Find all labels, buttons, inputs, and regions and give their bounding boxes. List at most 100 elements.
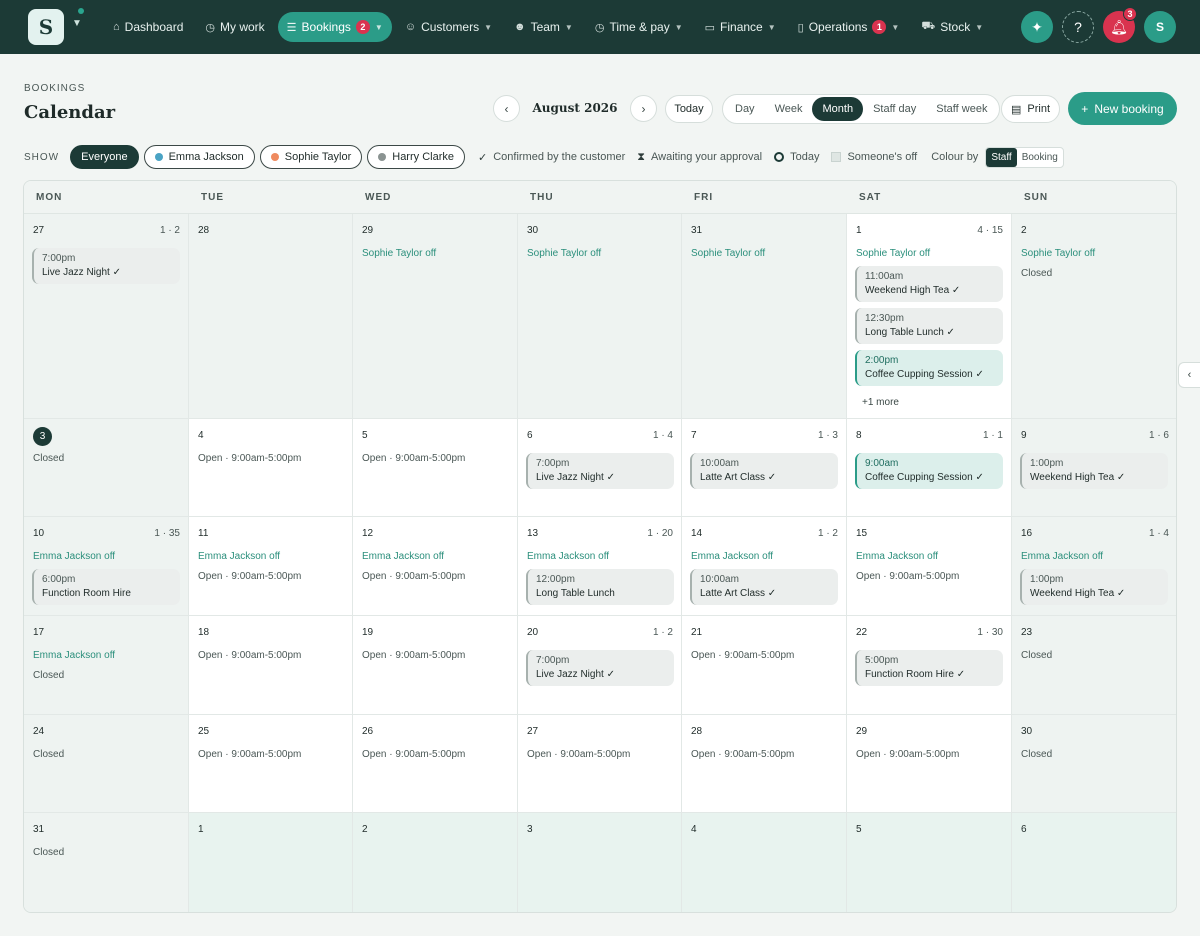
calendar-day-cell[interactable]: 16 1 · 4 Emma Jackson off 1:00pm Weekend Hig… xyxy=(1012,517,1176,616)
breadcrumb[interactable]: BOOKINGS xyxy=(24,83,85,94)
calendar-day-cell[interactable]: 21 Open · 9:00am-5:00pm xyxy=(682,616,847,715)
booking-event[interactable]: 1:00pm Weekend High Tea ✓ xyxy=(1020,569,1168,605)
nav-item-bookings[interactable]: ☰ Bookings 2 ▼ xyxy=(277,12,392,42)
calendar-day-cell[interactable]: 24 Closed xyxy=(24,715,189,813)
staff-off-label[interactable]: Sophie Taylor off xyxy=(856,248,930,259)
user-avatar[interactable]: S xyxy=(1144,11,1176,43)
app-logo[interactable]: S xyxy=(28,9,64,45)
filter-everyone[interactable]: Everyone xyxy=(70,145,139,169)
nav-item-time-pay[interactable]: ◷ Time & pay ▼ xyxy=(586,12,692,42)
booking-event[interactable]: 12:00pm Long Table Lunch xyxy=(526,569,674,605)
calendar-day-cell[interactable]: 5 Open · 9:00am-5:00pm xyxy=(353,419,518,517)
nav-item-my-work[interactable]: ◷ My work xyxy=(196,12,273,42)
staff-off-label[interactable]: Sophie Taylor off xyxy=(691,248,765,259)
staff-off-label[interactable]: Sophie Taylor off xyxy=(362,248,436,259)
calendar-day-cell[interactable]: 20 1 · 2 7:00pm Live Jazz Night ✓ xyxy=(518,616,682,715)
filter-harry-clarke[interactable]: Harry Clarke xyxy=(367,145,465,169)
calendar-day-cell[interactable]: 28 xyxy=(189,214,353,419)
booking-event[interactable]: 7:00pm Live Jazz Night ✓ xyxy=(32,248,180,284)
booking-event[interactable]: 7:00pm Live Jazz Night ✓ xyxy=(526,453,674,489)
ai-sparkle-button[interactable]: ✦ xyxy=(1021,11,1053,43)
calendar-day-cell[interactable]: 9 1 · 6 1:00pm Weekend High Tea ✓ xyxy=(1012,419,1176,517)
today-button[interactable]: Today xyxy=(665,95,713,123)
nav-item-stock[interactable]: ⛟ Stock ▼ xyxy=(912,12,992,42)
calendar-day-cell[interactable]: 8 1 · 1 9:00am Coffee Cupping Session ✓ xyxy=(847,419,1012,517)
calendar-day-cell[interactable]: 6 xyxy=(1012,813,1176,912)
calendar-day-cell[interactable]: 22 1 · 30 5:00pm Function Room Hire ✓ xyxy=(847,616,1012,715)
staff-off-label[interactable]: Emma Jackson off xyxy=(1021,551,1103,562)
calendar-day-cell[interactable]: 19 Open · 9:00am-5:00pm xyxy=(353,616,518,715)
staff-off-label[interactable]: Emma Jackson off xyxy=(198,551,280,562)
calendar-day-cell[interactable]: 31 Sophie Taylor off xyxy=(682,214,847,419)
calendar-day-cell[interactable]: 4 Open · 9:00am-5:00pm xyxy=(189,419,353,517)
calendar-day-cell[interactable]: 26 Open · 9:00am-5:00pm xyxy=(353,715,518,813)
nav-item-dashboard[interactable]: ⌂ Dashboard xyxy=(104,12,192,42)
calendar-day-cell[interactable]: 13 1 · 20 Emma Jackson off 12:00pm Long Tabl… xyxy=(518,517,682,616)
calendar-day-cell[interactable]: 2 Sophie Taylor off Closed xyxy=(1012,214,1176,419)
calendar-day-cell[interactable]: 31 Closed xyxy=(24,813,189,912)
colour-by-booking[interactable]: Booking xyxy=(1017,148,1063,167)
booking-event[interactable]: 5:00pm Function Room Hire ✓ xyxy=(855,650,1003,686)
nav-item-finance[interactable]: ▭ Finance ▼ xyxy=(696,12,785,42)
calendar-day-cell[interactable]: 23 Closed xyxy=(1012,616,1176,715)
staff-off-label[interactable]: Emma Jackson off xyxy=(33,650,115,661)
staff-off-label[interactable]: Emma Jackson off xyxy=(691,551,773,562)
new-booking-button[interactable]: + New booking xyxy=(1068,92,1177,125)
view-day[interactable]: Day xyxy=(725,97,765,121)
booking-event[interactable]: 10:00am Latte Art Class ✓ xyxy=(690,453,838,489)
calendar-day-cell[interactable]: 11 Emma Jackson off Open · 9:00am-5:00pm xyxy=(189,517,353,616)
calendar-day-cell[interactable]: 1 xyxy=(189,813,353,912)
view-month[interactable]: Month xyxy=(812,97,864,121)
staff-off-label[interactable]: Emma Jackson off xyxy=(33,551,115,562)
staff-off-label[interactable]: Sophie Taylor off xyxy=(1021,248,1095,259)
view-staff-week[interactable]: Staff week xyxy=(926,97,997,121)
calendar-day-cell[interactable]: 4 xyxy=(682,813,847,912)
calendar-day-cell[interactable]: 7 1 · 3 10:00am Latte Art Class ✓ xyxy=(682,419,847,517)
staff-off-label[interactable]: Emma Jackson off xyxy=(362,551,444,562)
nav-item-team[interactable]: ☻ Team ▼ xyxy=(505,12,582,42)
more-events-link[interactable]: +1 more xyxy=(862,397,899,408)
calendar-day-cell[interactable]: 3 Closed xyxy=(24,419,189,517)
booking-event[interactable]: 12:30pm Long Table Lunch ✓ xyxy=(855,308,1003,344)
booking-event[interactable]: 6:00pm Function Room Hire xyxy=(32,569,180,605)
print-button[interactable]: ▤ Print xyxy=(1001,95,1060,123)
booking-event[interactable]: 11:00am Weekend High Tea ✓ xyxy=(855,266,1003,302)
calendar-day-cell[interactable]: 27 Open · 9:00am-5:00pm xyxy=(518,715,682,813)
calendar-day-cell[interactable]: 3 xyxy=(518,813,682,912)
colour-by-staff[interactable]: Staff xyxy=(986,147,1017,167)
nav-item-operations[interactable]: ▯ Operations 1 ▼ xyxy=(789,12,909,42)
nav-item-customers[interactable]: ☺ Customers ▼ xyxy=(396,12,501,42)
booking-event[interactable]: 9:00am Coffee Cupping Session ✓ xyxy=(855,453,1003,489)
calendar-day-cell[interactable]: 6 1 · 4 7:00pm Live Jazz Night ✓ xyxy=(518,419,682,517)
booking-event[interactable]: 10:00am Latte Art Class ✓ xyxy=(690,569,838,605)
calendar-day-cell[interactable]: 15 Emma Jackson off Open · 9:00am-5:00pm xyxy=(847,517,1012,616)
calendar-day-cell[interactable]: 2 xyxy=(353,813,518,912)
staff-off-label[interactable]: Emma Jackson off xyxy=(527,551,609,562)
calendar-day-cell[interactable]: 25 Open · 9:00am-5:00pm xyxy=(189,715,353,813)
view-staff-day[interactable]: Staff day xyxy=(863,97,926,121)
collapse-side-panel-handle[interactable]: ‹ xyxy=(1178,362,1200,388)
calendar-day-cell[interactable]: 29 Open · 9:00am-5:00pm xyxy=(847,715,1012,813)
booking-event[interactable]: 1:00pm Weekend High Tea ✓ xyxy=(1020,453,1168,489)
calendar-day-cell[interactable]: 30 Sophie Taylor off xyxy=(518,214,682,419)
notifications-button[interactable]: 🔔︎ 3 xyxy=(1103,7,1137,43)
booking-event[interactable]: 2:00pm Coffee Cupping Session ✓ xyxy=(855,350,1003,386)
view-week[interactable]: Week xyxy=(765,97,813,121)
staff-off-label[interactable]: Sophie Taylor off xyxy=(527,248,601,259)
next-month-button[interactable]: › xyxy=(630,95,657,122)
previous-month-button[interactable]: ‹ xyxy=(493,95,520,122)
calendar-day-cell[interactable]: 1 4 · 15 Sophie Taylor off 11:00am Weekend H… xyxy=(847,214,1012,419)
calendar-day-cell[interactable]: 14 1 · 2 Emma Jackson off 10:00am Latte Art … xyxy=(682,517,847,616)
booking-event[interactable]: 7:00pm Live Jazz Night ✓ xyxy=(526,650,674,686)
calendar-day-cell[interactable]: 29 Sophie Taylor off xyxy=(353,214,518,419)
calendar-day-cell[interactable]: 18 Open · 9:00am-5:00pm xyxy=(189,616,353,715)
calendar-day-cell[interactable]: 28 Open · 9:00am-5:00pm xyxy=(682,715,847,813)
calendar-day-cell[interactable]: 30 Closed xyxy=(1012,715,1176,813)
calendar-day-cell[interactable]: 12 Emma Jackson off Open · 9:00am-5:00pm xyxy=(353,517,518,616)
filter-sophie-taylor[interactable]: Sophie Taylor xyxy=(259,145,363,169)
help-button[interactable]: ? xyxy=(1062,11,1094,43)
staff-off-label[interactable]: Emma Jackson off xyxy=(856,551,938,562)
calendar-day-cell[interactable]: 27 1 · 2 7:00pm Live Jazz Night ✓ xyxy=(24,214,189,419)
calendar-day-cell[interactable]: 10 1 · 35 Emma Jackson off 6:00pm Function R… xyxy=(24,517,189,616)
workspace-chevron-down-icon[interactable]: ▼ xyxy=(72,18,82,29)
